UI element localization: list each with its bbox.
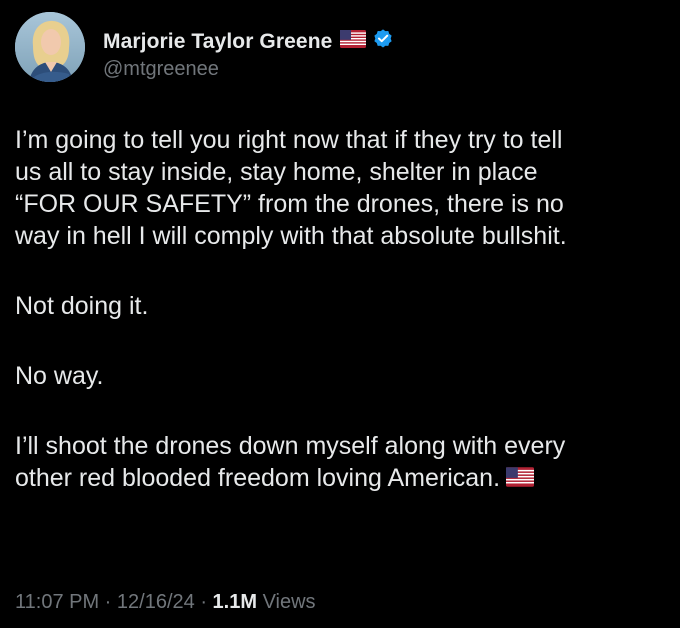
tweet-paragraph-text: Not doing it.	[15, 292, 149, 320]
tweet-paragraph: I’ll shoot the drones down myself along …	[15, 430, 670, 495]
verified-icon[interactable]	[372, 28, 394, 55]
tweet-paragraph-text: I’ll shoot the drones down myself along …	[15, 432, 566, 492]
tweet-text: I’m going to tell you right now that if …	[15, 124, 670, 533]
author-name-row[interactable]: Marjorie Taylor Greene	[103, 28, 394, 55]
tweet-meta: 11:07 PM · 12/16/24 · 1.1M Views	[15, 591, 316, 614]
author-name[interactable]: Marjorie Taylor Greene	[103, 30, 332, 54]
us-flag-icon	[340, 30, 367, 53]
meta-separator: ·	[99, 591, 117, 613]
tweet-paragraph-text: No way.	[15, 362, 104, 390]
meta-separator: ·	[194, 591, 213, 613]
views-label: Views	[257, 591, 316, 613]
tweet-header: Marjorie Taylor Greene @mtgreenee	[15, 12, 665, 82]
tweet-paragraph: Not doing it.	[15, 290, 670, 322]
author-handle[interactable]: @mtgreenee	[103, 58, 219, 81]
tweet-paragraph-text: I’m going to tell you right now that if …	[15, 126, 567, 250]
profile-photo	[15, 12, 85, 82]
tweet-paragraph: I’m going to tell you right now that if …	[15, 124, 670, 252]
tweet-date[interactable]: 12/16/24	[117, 591, 195, 613]
tweet-time[interactable]: 11:07 PM	[15, 591, 99, 613]
views-count[interactable]: 1.1M	[213, 591, 257, 613]
avatar[interactable]	[15, 12, 85, 82]
us-flag-icon	[506, 463, 535, 495]
tweet-paragraph: No way.	[15, 360, 670, 392]
